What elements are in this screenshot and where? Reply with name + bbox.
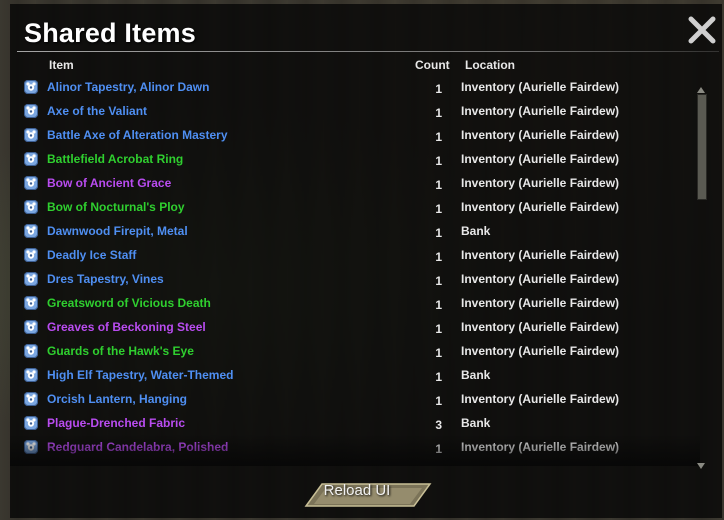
item-count: 1 [435, 394, 442, 408]
item-count: 1 [435, 130, 442, 144]
item-link-icon[interactable] [24, 128, 38, 142]
item-name[interactable]: Redguard Candelabra, Polished [47, 440, 228, 454]
item-location: Inventory (Aurielle Fairdew) [461, 464, 619, 466]
item-link-icon[interactable] [24, 392, 38, 406]
item-location: Inventory (Aurielle Fairdew) [461, 392, 620, 406]
item-location: Inventory (Aurielle Fairdew) [461, 248, 620, 262]
item-name[interactable]: Plague-Drenched Fabric [47, 416, 185, 430]
item-count: 1 [435, 226, 442, 240]
table-row[interactable]: Greatsword of Vicious Death 1 Inventory (A… [10, 292, 700, 316]
item-name[interactable]: Orcish Lantern, Hanging [47, 392, 187, 406]
table-row[interactable]: Guards of the Hawk's Eye 1 Inventory (Auri… [10, 340, 700, 364]
item-name[interactable]: Greaves of Beckoning Steel [47, 320, 206, 334]
table-row[interactable]: Bow of Ancient Grace 1 Inventory (Aurielle… [10, 172, 700, 196]
item-count: 1 [435, 274, 442, 288]
item-location: Inventory (Aurielle Fairdew) [461, 296, 620, 310]
item-count: 1 [435, 178, 442, 192]
item-location: Bank [461, 224, 491, 238]
item-name[interactable]: Greatsword of Vicious Death [47, 296, 211, 310]
scroll-up-arrow-icon[interactable] [696, 80, 706, 93]
item-count: 3 [435, 418, 442, 432]
item-location: Inventory (Aurielle Fairdew) [461, 344, 620, 358]
item-link-icon[interactable] [24, 248, 38, 262]
item-count: 1 [435, 442, 442, 456]
item-location: Inventory (Aurielle Fairdew) [461, 320, 620, 334]
table-row[interactable]: Orcish Lantern, Hanging 1 Inventory (Aurie… [10, 388, 700, 412]
item-location: Inventory (Aurielle Fairdew) [461, 272, 620, 286]
scroll-down-arrow-icon[interactable] [696, 456, 706, 469]
item-name[interactable]: Axe of the Valiant [47, 104, 147, 118]
item-name[interactable]: Dres Tapestry, Vines [47, 272, 164, 286]
item-count: 1 [435, 82, 442, 96]
item-link-icon[interactable] [24, 416, 38, 430]
table-row[interactable]: Bow of Nocturnal's Ploy 1 Inventory (Aurie… [10, 196, 700, 220]
table-row[interactable]: Alinor Tapestry, Alinor Dawn 1 Inventory (… [10, 76, 700, 100]
item-link-icon[interactable] [24, 320, 38, 334]
reload-ui-button[interactable]: Reload UI [302, 476, 434, 512]
column-header-item[interactable]: Item [49, 58, 74, 72]
scrollbar-thumb[interactable] [697, 94, 707, 200]
table-row[interactable]: Greaves of Beckoning Steel 1 Inventory (Au… [10, 316, 700, 340]
item-link-icon[interactable] [24, 440, 38, 454]
title-divider [17, 51, 719, 52]
item-location: Bank [461, 416, 491, 430]
item-name[interactable]: Bow of Nocturnal's Ploy [47, 200, 185, 214]
table-row[interactable]: Battlefield Acrobat Ring 1 Inventory (Auri… [10, 148, 700, 172]
item-name[interactable]: Dawnwood Firepit, Metal [47, 224, 188, 238]
table-row[interactable]: Redguard Candelabra, Polished 1 Inventory … [10, 436, 700, 460]
item-link-icon[interactable] [24, 80, 38, 94]
item-link-icon[interactable] [24, 272, 38, 286]
table-row[interactable]: Plague-Drenched Fabric 3 Bank [10, 412, 700, 436]
item-link-icon[interactable] [24, 176, 38, 190]
table-row[interactable]: Deadly Ice Staff 1 Inventory (Aurielle Fai… [10, 244, 700, 268]
item-location: Inventory (Aurielle Fairdew) [461, 440, 620, 454]
table-row[interactable]: Inventory (Aurielle Fairdew) [10, 460, 700, 466]
item-link-icon[interactable] [24, 368, 38, 382]
item-count: 1 [435, 250, 442, 264]
item-location: Inventory (Aurielle Fairdew) [461, 152, 620, 166]
table-row[interactable]: Dawnwood Firepit, Metal 1 Bank [10, 220, 700, 244]
reload-ui-label: Reload UI [323, 482, 391, 499]
item-location: Inventory (Aurielle Fairdew) [461, 104, 620, 118]
item-name[interactable]: Alinor Tapestry, Alinor Dawn [47, 80, 209, 94]
item-name[interactable]: Bow of Ancient Grace [47, 176, 171, 190]
item-location: Inventory (Aurielle Fairdew) [461, 200, 620, 214]
item-count: 1 [435, 346, 442, 360]
item-name[interactable]: Battle Axe of Alteration Mastery [47, 128, 228, 142]
item-link-icon[interactable] [24, 152, 38, 166]
item-location: Inventory (Aurielle Fairdew) [461, 80, 620, 94]
item-link-icon[interactable] [24, 344, 38, 358]
item-link-icon[interactable] [24, 224, 38, 238]
item-list: Alinor Tapestry, Alinor Dawn 1 Inventory (… [10, 76, 700, 466]
item-count: 1 [435, 298, 442, 312]
item-name[interactable]: Guards of the Hawk's Eye [47, 344, 194, 358]
table-row[interactable]: Axe of the Valiant 1 Inventory (Aurielle F… [10, 100, 700, 124]
shared-items-window: Shared Items Item Count Location Alinor … [10, 4, 722, 518]
column-header-location[interactable]: Location [465, 58, 515, 72]
item-location: Inventory (Aurielle Fairdew) [461, 128, 620, 142]
item-name[interactable]: Deadly Ice Staff [47, 248, 136, 262]
item-count: 1 [435, 106, 442, 120]
item-location: Inventory (Aurielle Fairdew) [461, 176, 620, 190]
table-row[interactable]: High Elf Tapestry, Water-Themed 1 Bank [10, 364, 700, 388]
table-row[interactable]: Battle Axe of Alteration Mastery 1 Invento… [10, 124, 700, 148]
item-count: 1 [435, 154, 442, 168]
item-name[interactable]: High Elf Tapestry, Water-Themed [47, 368, 233, 382]
item-link-icon[interactable] [24, 296, 38, 310]
item-count: 1 [435, 202, 442, 216]
column-header-count[interactable]: Count [415, 58, 450, 72]
table-row[interactable]: Dres Tapestry, Vines 1 Inventory (Aurielle… [10, 268, 700, 292]
item-location: Bank [461, 368, 491, 382]
close-icon[interactable] [686, 14, 718, 46]
item-count: 1 [435, 322, 442, 336]
item-name[interactable]: Battlefield Acrobat Ring [47, 152, 183, 166]
window-title: Shared Items [24, 18, 196, 48]
item-count: 1 [435, 370, 442, 384]
item-link-icon[interactable] [24, 200, 38, 214]
item-link-icon[interactable] [24, 104, 38, 118]
